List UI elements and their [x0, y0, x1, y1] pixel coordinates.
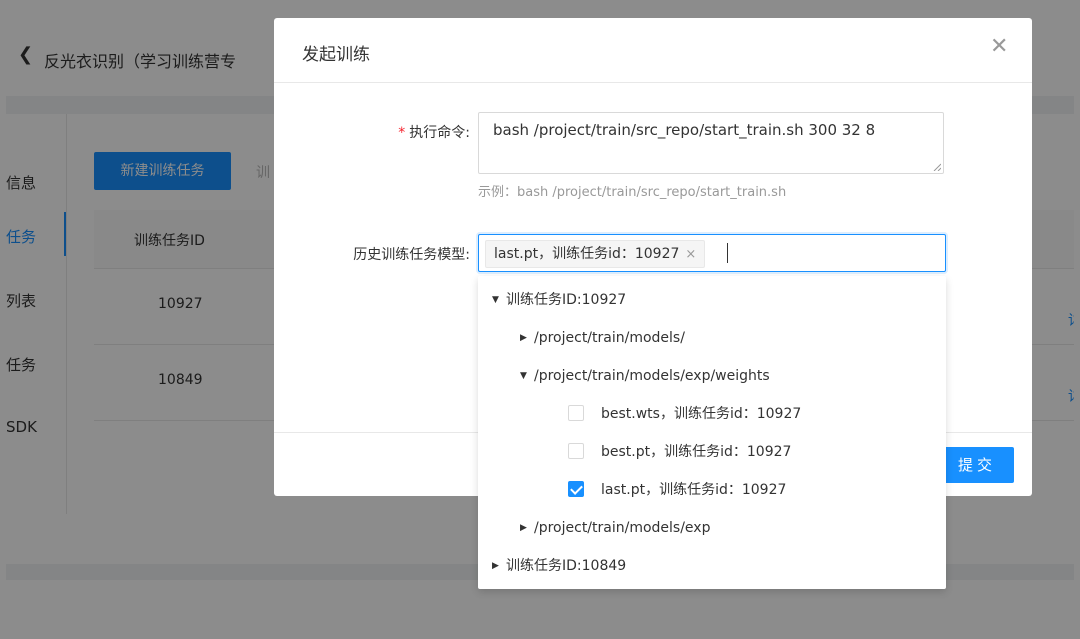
command-label: * 执行命令:	[398, 122, 470, 142]
close-icon[interactable]: ✕	[990, 36, 1008, 58]
text-caret	[727, 243, 728, 263]
tree-node-label: 训练任务ID:10849	[506, 558, 627, 574]
selected-model-tag: last.pt，训练任务id：10927 ×	[485, 240, 706, 268]
tree-leaf-best-pt[interactable]: best.pt，训练任务id：10927	[568, 433, 928, 471]
tree-node-models-dir[interactable]: ▶/project/train/models/	[520, 319, 685, 357]
checkbox[interactable]	[568, 443, 584, 459]
modal-title: 发起训练	[302, 45, 370, 65]
tree-node-task-10849[interactable]: ▶ 训练任务ID:10849	[492, 547, 626, 585]
caret-down-icon[interactable]: ▼	[492, 281, 506, 319]
selected-model-tag-label: last.pt，训练任务id：10927	[494, 246, 680, 262]
tree-leaf-last-pt[interactable]: last.pt，训练任务id：10927	[568, 471, 928, 509]
model-label: 历史训练任务模型:	[353, 247, 470, 263]
checkbox[interactable]	[568, 405, 584, 421]
tree-node-label: /project/train/models/	[534, 330, 685, 346]
tree-node-label: /project/train/models/exp	[534, 520, 711, 536]
required-mark: *	[398, 125, 406, 141]
checkbox-checked[interactable]	[568, 481, 584, 497]
modal-header: 发起训练 ✕	[274, 18, 1032, 83]
tree-leaf-label: best.pt，训练任务id：10927	[601, 444, 792, 460]
caret-right-icon[interactable]: ▶	[520, 319, 534, 357]
tree-leaf-best-wts[interactable]: best.wts，训练任务id：10927	[568, 395, 928, 433]
command-value: bash /project/train/src_repo/start_train…	[493, 121, 876, 139]
caret-right-icon[interactable]: ▶	[492, 547, 506, 585]
submit-button[interactable]: 提交	[940, 447, 1014, 483]
tree-node-label: /project/train/models/exp/weights	[534, 368, 770, 384]
tree-node-label: 训练任务ID:10927	[506, 292, 627, 308]
tree-leaf-label: last.pt，训练任务id：10927	[601, 482, 787, 498]
tree-leaf-label: best.wts，训练任务id：10927	[601, 406, 802, 422]
caret-right-icon[interactable]: ▶	[520, 509, 534, 547]
command-hint: 示例：bash /project/train/src_repo/start_tr…	[478, 185, 787, 200]
command-textarea[interactable]: bash /project/train/src_repo/start_train…	[478, 112, 944, 174]
tree-node-exp-dir[interactable]: ▶/project/train/models/exp	[520, 509, 710, 547]
close-icon[interactable]: ×	[685, 247, 696, 262]
model-tree-select[interactable]: last.pt，训练任务id：10927 ×	[478, 234, 946, 272]
caret-down-icon[interactable]: ▼	[520, 357, 534, 395]
tree-node-task-10927[interactable]: ▼ 训练任务ID:10927	[492, 281, 626, 319]
command-label-text: 执行命令:	[409, 125, 470, 141]
model-tree-dropdown: ▼ 训练任务ID:10927 ▶/project/train/models/ ▼ /…	[478, 276, 946, 589]
resize-grip-icon[interactable]	[933, 163, 941, 171]
tree-node-weights-dir[interactable]: ▼/project/train/models/exp/weights	[520, 357, 770, 395]
